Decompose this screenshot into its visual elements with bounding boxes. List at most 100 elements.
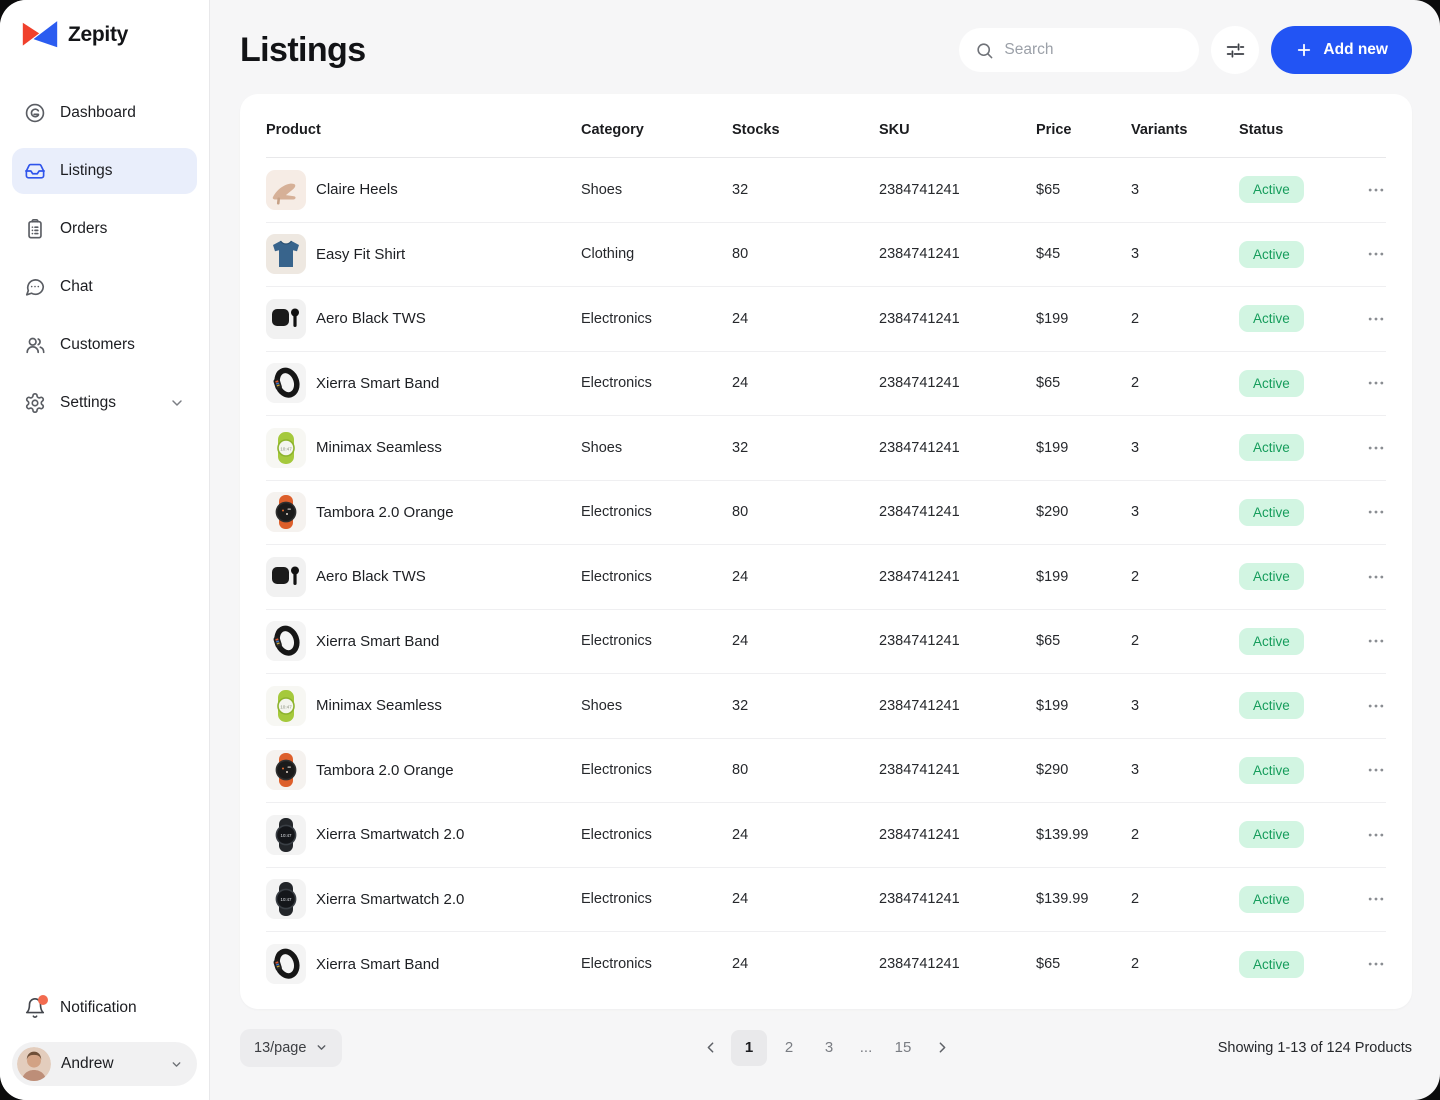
variants-cell: 2 (1131, 311, 1239, 327)
chevron-down-icon (315, 1041, 328, 1054)
row-actions-button[interactable] (1346, 567, 1386, 587)
page-button-2[interactable]: 2 (771, 1030, 807, 1066)
chat-icon (24, 276, 46, 298)
table-row[interactable]: 10:47 Xierra Smartwatch 2.0 Electronics … (266, 868, 1386, 933)
price-cell: $199 (1036, 440, 1131, 456)
sidebar-item-customers[interactable]: Customers (12, 322, 197, 368)
sku-cell: 2384741241 (879, 762, 1036, 778)
brand-name: Zepity (68, 23, 128, 47)
table-row[interactable]: 10:47 Minimax Seamless Shoes 32 23847412… (266, 416, 1386, 481)
ellipsis-icon (1366, 438, 1386, 458)
stocks-cell: 32 (732, 182, 879, 198)
sidebar-item-label: Chat (60, 278, 93, 296)
ellipsis-icon (1366, 180, 1386, 200)
product-name-cell: Aero Black TWS (316, 310, 581, 327)
sku-cell: 2384741241 (879, 375, 1036, 391)
row-actions-button[interactable] (1346, 438, 1386, 458)
row-actions-button[interactable] (1346, 244, 1386, 264)
product-name-cell: Tambora 2.0 Orange (316, 762, 581, 779)
page-title: Listings (240, 31, 366, 70)
sidebar-item-dashboard[interactable]: Dashboard (12, 90, 197, 136)
table-row[interactable]: Claire Heels Shoes 32 2384741241 $65 3 A… (266, 158, 1386, 223)
row-actions-button[interactable] (1346, 760, 1386, 780)
product-name-cell: Easy Fit Shirt (316, 246, 581, 263)
page-button-1[interactable]: 1 (731, 1030, 767, 1066)
previous-page-button[interactable] (693, 1031, 727, 1065)
price-cell: $290 (1036, 504, 1131, 520)
pagination-bar: 13/page 123...15 Showing 1-13 of 124 Pro… (240, 1009, 1412, 1089)
table-row[interactable]: Tambora 2.0 Orange Electronics 80 238474… (266, 481, 1386, 546)
sku-cell: 2384741241 (879, 956, 1036, 972)
product-name-cell: Minimax Seamless (316, 697, 581, 714)
table-body: Claire Heels Shoes 32 2384741241 $65 3 A… (266, 158, 1386, 997)
minimax-seamless-image: 10:47 (266, 428, 306, 468)
status-badge: Active (1239, 370, 1304, 397)
sidebar-item-orders[interactable]: Orders (12, 206, 197, 252)
variants-cell: 2 (1131, 891, 1239, 907)
status-badge: Active (1239, 499, 1304, 526)
price-cell: $45 (1036, 246, 1131, 262)
row-actions-button[interactable] (1346, 696, 1386, 716)
variants-cell: 3 (1131, 762, 1239, 778)
notification-label: Notification (60, 999, 137, 1017)
filter-button[interactable] (1211, 26, 1259, 74)
stocks-cell: 80 (732, 246, 879, 262)
chevron-down-icon (169, 395, 185, 411)
row-actions-button[interactable] (1346, 889, 1386, 909)
category-cell: Electronics (581, 375, 732, 391)
product-name-cell: Aero Black TWS (316, 568, 581, 585)
row-actions-button[interactable] (1346, 373, 1386, 393)
xierra-smart-band-image (266, 363, 306, 403)
row-actions-button[interactable] (1346, 954, 1386, 974)
results-summary: Showing 1-13 of 124 Products (1218, 1040, 1412, 1056)
notification-button[interactable]: Notification (12, 988, 197, 1028)
per-page-select[interactable]: 13/page (240, 1029, 342, 1067)
sidebar-item-listings[interactable]: Listings (12, 148, 197, 194)
ellipsis-icon (1366, 954, 1386, 974)
filter-sliders-icon (1225, 40, 1246, 61)
add-new-button[interactable]: Add new (1271, 26, 1412, 74)
row-actions-button[interactable] (1346, 631, 1386, 651)
sidebar-item-chat[interactable]: Chat (12, 264, 197, 310)
table-row[interactable]: 10:47 Minimax Seamless Shoes 32 23847412… (266, 674, 1386, 739)
category-cell: Clothing (581, 246, 732, 262)
sidebar-footer: Notification Andrew (12, 988, 197, 1086)
zepity-logo-icon (22, 20, 58, 50)
sidebar-nav: Dashboard Listings Orders Chat Customers Sett… (12, 90, 197, 426)
avatar (17, 1047, 51, 1081)
variants-cell: 2 (1131, 375, 1239, 391)
status-badge: Active (1239, 176, 1304, 203)
table-row[interactable]: 10:47 Xierra Smartwatch 2.0 Electronics … (266, 803, 1386, 868)
table-row[interactable]: Easy Fit Shirt Clothing 80 2384741241 $4… (266, 223, 1386, 288)
row-actions-button[interactable] (1346, 825, 1386, 845)
table-row[interactable]: Xierra Smart Band Electronics 24 2384741… (266, 932, 1386, 997)
column-header-sku: SKU (879, 122, 1036, 138)
sku-cell: 2384741241 (879, 891, 1036, 907)
stocks-cell: 24 (732, 375, 879, 391)
table-row[interactable]: Aero Black TWS Electronics 24 2384741241… (266, 545, 1386, 610)
column-header-price: Price (1036, 122, 1131, 138)
xierra-smartwatch-image: 10:47 (266, 879, 306, 919)
price-cell: $139.99 (1036, 891, 1131, 907)
xierra-smart-band-image (266, 944, 306, 984)
page-button-3[interactable]: 3 (811, 1030, 847, 1066)
table-row[interactable]: Xierra Smart Band Electronics 24 2384741… (266, 610, 1386, 675)
row-actions-button[interactable] (1346, 180, 1386, 200)
page-button-15[interactable]: 15 (885, 1030, 921, 1066)
search-box (959, 28, 1199, 72)
sidebar-item-label: Listings (60, 162, 113, 180)
sku-cell: 2384741241 (879, 504, 1036, 520)
sidebar-item-settings[interactable]: Settings (12, 380, 197, 426)
table-row[interactable]: Tambora 2.0 Orange Electronics 80 238474… (266, 739, 1386, 804)
ellipsis-icon (1366, 889, 1386, 909)
table-row[interactable]: Aero Black TWS Electronics 24 2384741241… (266, 287, 1386, 352)
page-header: Listings (240, 26, 1412, 74)
user-menu[interactable]: Andrew (12, 1042, 197, 1086)
product-name-cell: Xierra Smart Band (316, 956, 581, 973)
next-page-button[interactable] (925, 1031, 959, 1065)
row-actions-button[interactable] (1346, 502, 1386, 522)
row-actions-button[interactable] (1346, 309, 1386, 329)
table-row[interactable]: Xierra Smart Band Electronics 24 2384741… (266, 352, 1386, 417)
search-input[interactable] (1004, 41, 1183, 59)
sku-cell: 2384741241 (879, 569, 1036, 585)
